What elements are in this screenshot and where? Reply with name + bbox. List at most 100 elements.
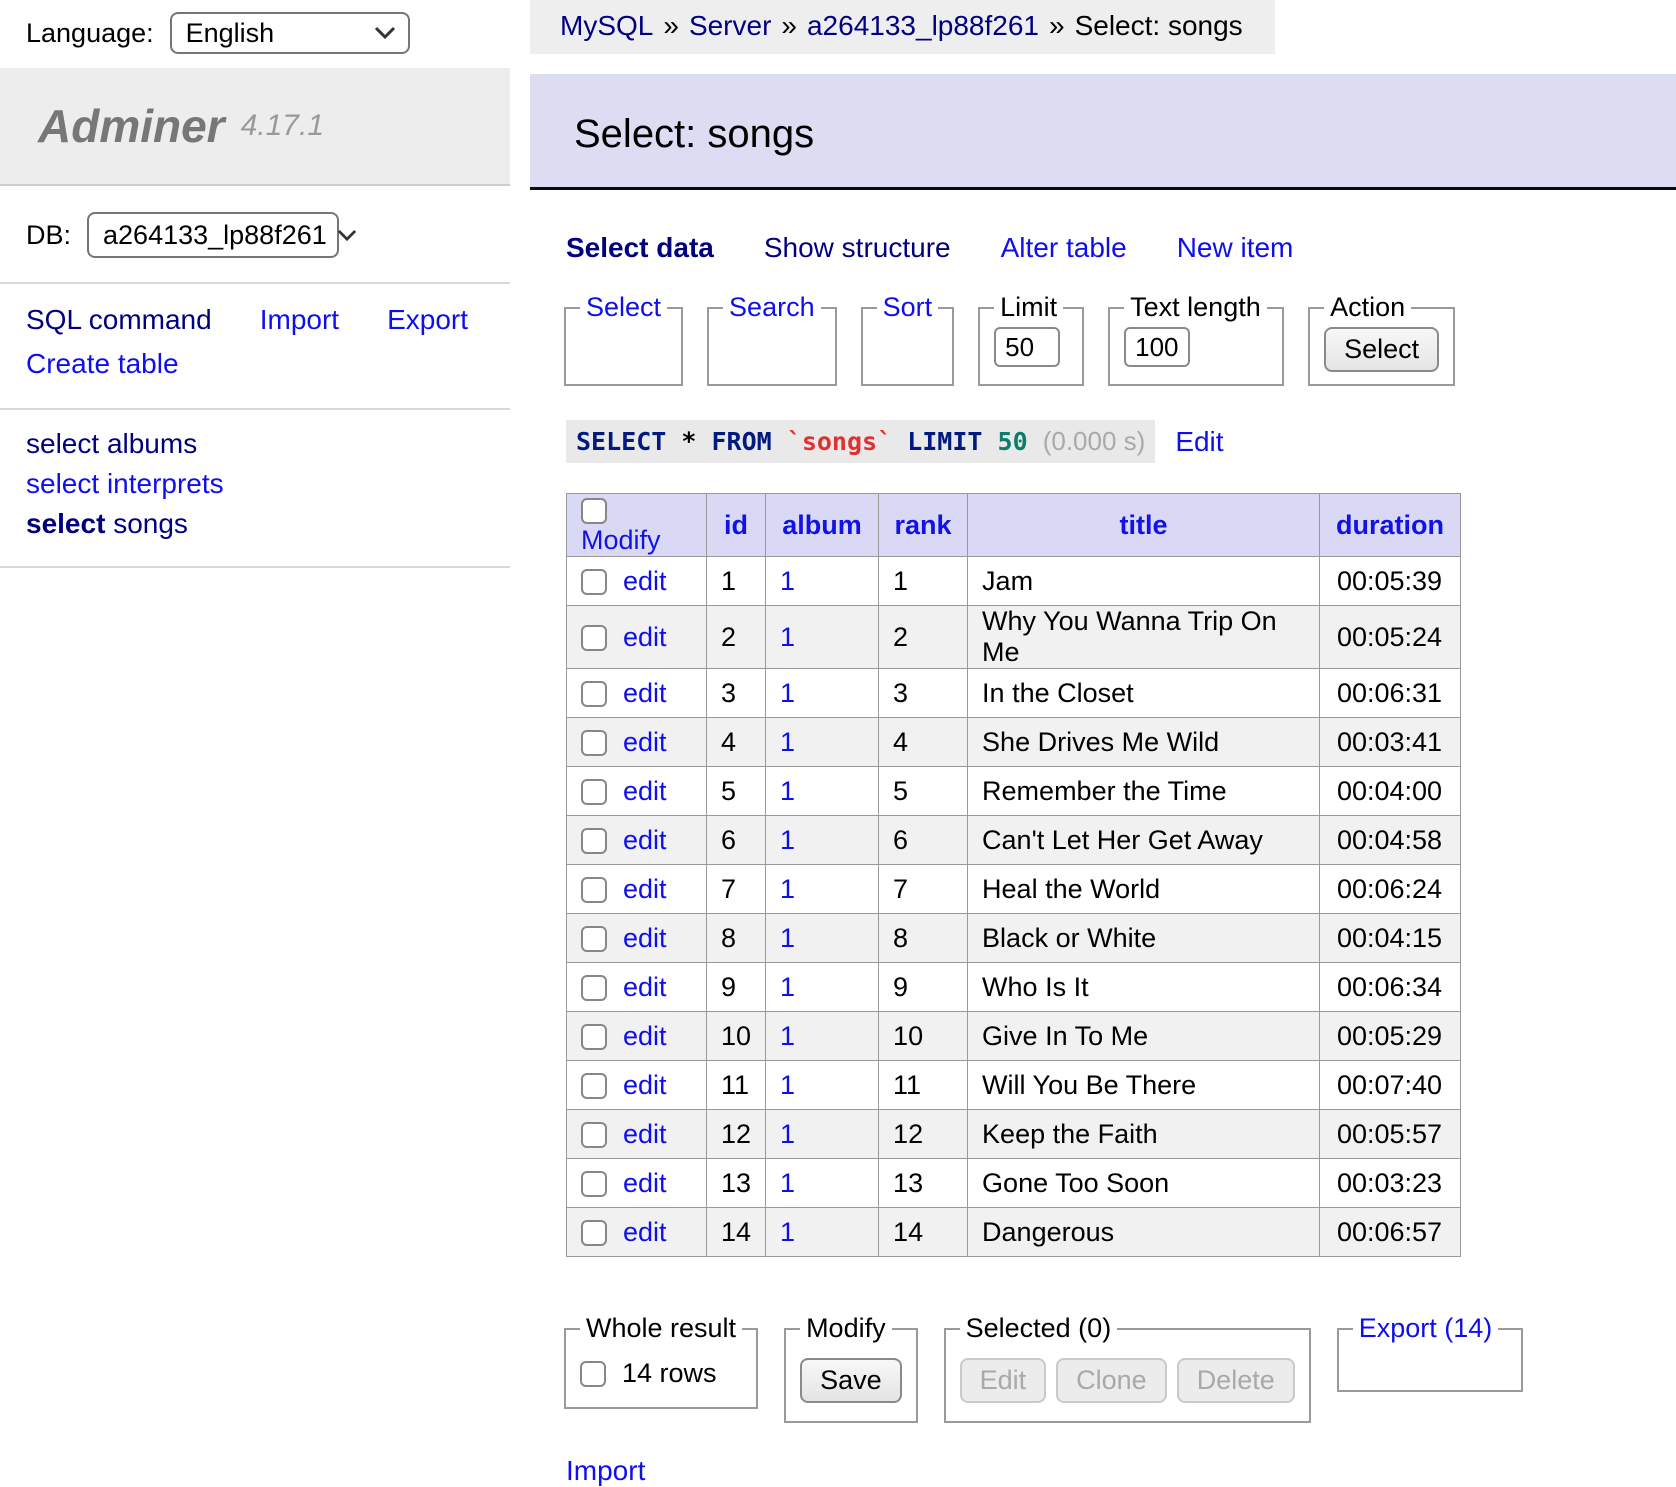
edit-link[interactable]: edit (623, 1021, 667, 1051)
row-checkbox[interactable] (581, 926, 607, 952)
sidebar-link-export[interactable]: Export (387, 300, 468, 340)
edit-link[interactable]: edit (623, 923, 667, 953)
album-link[interactable]: 1 (780, 874, 795, 904)
language-select[interactable]: English (170, 12, 410, 54)
edit-link[interactable]: edit (623, 874, 667, 904)
album-link[interactable]: 1 (780, 678, 795, 708)
row-checkbox[interactable] (581, 730, 607, 756)
row-checkbox[interactable] (581, 569, 607, 595)
select-interprets-link[interactable]: select (26, 468, 99, 499)
row-checkbox[interactable] (581, 975, 607, 1001)
album-link[interactable]: 1 (780, 1217, 795, 1247)
breadcrumb: MySQL»Server»a264133_lp88f261»Select: so… (530, 0, 1275, 54)
album-link[interactable]: 1 (780, 972, 795, 1002)
sidebar-link-create-table[interactable]: Create table (26, 344, 179, 384)
edit-link[interactable]: edit (623, 1168, 667, 1198)
album-link[interactable]: 1 (780, 1119, 795, 1149)
row-checkbox[interactable] (581, 1171, 607, 1197)
select-albums-link[interactable]: select (26, 428, 99, 459)
album-sort-link[interactable]: album (782, 510, 862, 540)
title-cell: Gone Too Soon (968, 1159, 1320, 1208)
tab-new-item[interactable]: New item (1177, 232, 1294, 264)
edit-link[interactable]: edit (623, 727, 667, 757)
selected-fieldset: Selected (0) Edit Clone Delete (944, 1313, 1311, 1423)
sidebar-link-sql-command[interactable]: SQL command (26, 300, 212, 340)
row-checkbox[interactable] (581, 681, 607, 707)
edit-query-link[interactable]: Edit (1175, 426, 1223, 458)
modify-cell: edit (567, 816, 707, 865)
album-link[interactable]: 1 (780, 1168, 795, 1198)
db-select[interactable]: a264133_lp88f261 (87, 212, 339, 258)
album-link[interactable]: 1 (780, 622, 795, 652)
songs-table-link[interactable]: songs (113, 508, 188, 539)
edit-link[interactable]: edit (623, 776, 667, 806)
album-link[interactable]: 1 (780, 1070, 795, 1100)
edit-link[interactable]: edit (623, 566, 667, 596)
row-checkbox[interactable] (581, 828, 607, 854)
breadcrumb-mysql-link[interactable]: MySQL (560, 10, 653, 41)
search-link[interactable]: Search (729, 292, 815, 322)
query-execution-time: (0.000 s) (1043, 426, 1146, 456)
modify-cell: edit (567, 669, 707, 718)
edit-link[interactable]: edit (623, 1217, 667, 1247)
breadcrumb-server-link[interactable]: Server (689, 10, 771, 41)
album-link[interactable]: 1 (780, 776, 795, 806)
limit-input[interactable] (994, 327, 1060, 367)
whole-result-legend: Whole result (580, 1313, 742, 1344)
breadcrumb-separator: » (781, 10, 797, 41)
edit-link[interactable]: edit (623, 972, 667, 1002)
rank-sort-link[interactable]: rank (895, 510, 952, 540)
column-header-title: title (968, 494, 1320, 557)
select-columns-link[interactable]: Select (586, 292, 661, 322)
whole-result-checkbox[interactable] (580, 1361, 606, 1387)
select-songs-link[interactable]: select (26, 508, 105, 539)
album-cell: 1 (766, 1208, 879, 1257)
select-fieldset: Select (564, 292, 683, 386)
language-selected-value: English (186, 18, 275, 49)
duration-sort-link[interactable]: duration (1336, 510, 1444, 540)
rank-cell: 13 (879, 1159, 968, 1208)
row-checkbox[interactable] (581, 1073, 607, 1099)
id-sort-link[interactable]: id (724, 510, 748, 540)
id-cell: 12 (707, 1110, 766, 1159)
edit-link[interactable]: edit (623, 1119, 667, 1149)
edit-link[interactable]: edit (623, 825, 667, 855)
edit-link[interactable]: edit (623, 678, 667, 708)
import-link[interactable]: Import (566, 1455, 645, 1487)
row-checkbox[interactable] (581, 625, 607, 651)
row-checkbox[interactable] (581, 779, 607, 805)
edit-link[interactable]: edit (623, 622, 667, 652)
select-all-checkbox[interactable] (581, 498, 607, 524)
breadcrumb-database-link[interactable]: a264133_lp88f261 (807, 10, 1039, 41)
tab-select-data[interactable]: Select data (566, 232, 714, 264)
title-cell: Remember the Time (968, 767, 1320, 816)
album-link[interactable]: 1 (780, 923, 795, 953)
edit-link[interactable]: edit (623, 1070, 667, 1100)
modify-header-link[interactable]: Modify (581, 525, 661, 555)
album-link[interactable]: 1 (780, 566, 795, 596)
main-content: MySQL»Server»a264133_lp88f261»Select: so… (530, 0, 1676, 1487)
album-link[interactable]: 1 (780, 1021, 795, 1051)
tab-alter-table[interactable]: Alter table (1001, 232, 1127, 264)
clone-selected-button: Clone (1056, 1358, 1167, 1403)
delete-selected-button: Delete (1177, 1358, 1295, 1403)
album-link[interactable]: 1 (780, 727, 795, 757)
row-checkbox[interactable] (581, 877, 607, 903)
row-checkbox[interactable] (581, 1024, 607, 1050)
tab-show-structure[interactable]: Show structure (764, 232, 951, 264)
interprets-table-link[interactable]: interprets (107, 468, 224, 499)
sql-keyword: LIMIT (907, 427, 982, 456)
text-length-input[interactable] (1124, 327, 1190, 367)
title-sort-link[interactable]: title (1120, 510, 1168, 540)
save-button[interactable]: Save (800, 1358, 902, 1403)
export-link[interactable]: Export (14) (1359, 1313, 1493, 1343)
albums-table-link[interactable]: albums (107, 428, 197, 459)
modify-cell: edit (567, 606, 707, 669)
album-link[interactable]: 1 (780, 825, 795, 855)
sidebar-link-import[interactable]: Import (260, 300, 339, 340)
row-checkbox[interactable] (581, 1220, 607, 1246)
title-cell: Heal the World (968, 865, 1320, 914)
sort-link[interactable]: Sort (883, 292, 933, 322)
select-button[interactable]: Select (1324, 327, 1439, 372)
row-checkbox[interactable] (581, 1122, 607, 1148)
